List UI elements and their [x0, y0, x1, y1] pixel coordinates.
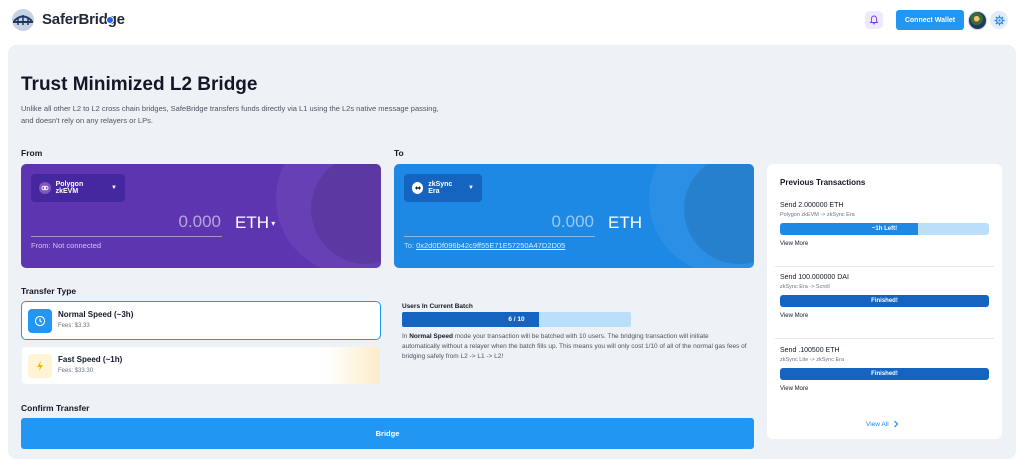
- divider: [775, 338, 994, 339]
- from-token-select[interactable]: ETH ▾: [235, 213, 275, 233]
- transaction-item: Send 100.000000 DAI zkSync Era -> Scroll…: [780, 274, 989, 319]
- batch-desc-text: mode your transaction will be batched wi…: [402, 333, 747, 360]
- transaction-route: zkSync Lite -> zkSync Era: [780, 357, 845, 363]
- polygon-icon: [39, 182, 51, 194]
- view-all-label: View All: [866, 420, 889, 428]
- view-more-link[interactable]: View More: [780, 386, 989, 392]
- to-address-prefix: To:: [404, 241, 417, 250]
- transaction-title: Send 100.000000 DAI: [780, 274, 849, 281]
- view-more-link[interactable]: View More: [780, 241, 989, 247]
- transaction-title: Send 2.000000 ETH: [780, 202, 844, 209]
- from-chain-select[interactable]: Polygon zkEVM ▼: [31, 174, 125, 202]
- from-token-label: ETH: [235, 213, 269, 232]
- chevron-right-icon: [893, 420, 899, 428]
- transaction-item: Send 2.000000 ETH Polygon zkEVM -> zkSyn…: [780, 202, 989, 247]
- to-chain-select[interactable]: zkSync Era ▼: [404, 174, 482, 202]
- batch-progress-text: 6 / 10: [508, 316, 525, 323]
- connect-wallet-button[interactable]: Connect Wallet: [896, 10, 964, 30]
- previous-transactions-panel: Previous Transactions Send 2.000000 ETH …: [767, 164, 1002, 439]
- transaction-progress-bar: ~1h Left!: [780, 223, 989, 235]
- from-status: From: Not connected: [31, 241, 102, 250]
- bridge-logo-icon[interactable]: [10, 8, 36, 32]
- settings-button[interactable]: [990, 11, 1008, 29]
- gear-icon: [993, 14, 1005, 26]
- avatar[interactable]: [968, 11, 987, 30]
- from-card: Polygon zkEVM ▼ 0.000 ETH ▾ From: Not co…: [21, 164, 381, 268]
- transaction-status: Finished!: [871, 298, 898, 304]
- page-title: Trust Minimized L2 Bridge: [21, 74, 258, 95]
- from-chain-name: Polygon zkEVM: [55, 181, 84, 195]
- brand-badge-icon: [106, 16, 114, 24]
- page-description: Unlike all other L2 to L2 cross chain br…: [21, 104, 439, 125]
- fast-speed-name: Fast Speed (~1h): [58, 355, 123, 364]
- amount-underline: [31, 236, 222, 237]
- transaction-status: ~1h Left!: [871, 226, 898, 232]
- transfer-type-label: Transfer Type: [21, 286, 77, 296]
- transaction-progress-bar: Finished!: [780, 295, 989, 307]
- transaction-route: Polygon zkEVM -> zkSync Era: [780, 212, 855, 218]
- transaction-progress-bar: Finished!: [780, 368, 989, 380]
- to-address-link[interactable]: 0x2d0Df096b42c9ff55E71E57250A47D2D05: [416, 241, 565, 250]
- fast-speed-option[interactable]: Fast Speed (~1h) Fees: $33.30: [21, 346, 381, 385]
- bridge-button[interactable]: Bridge: [21, 418, 754, 449]
- to-amount-display: 0.000: [551, 212, 594, 231]
- normal-speed-option[interactable]: Normal Speed (~3h) Fees: $3.33: [21, 301, 381, 340]
- normal-speed-fee: Fees: $3.33: [58, 323, 90, 329]
- transaction-route: zkSync Era -> Scroll: [780, 284, 830, 290]
- clock-icon: [28, 309, 52, 333]
- batch-progress-bar: 6 / 10: [402, 312, 631, 327]
- chevron-down-icon: ▼: [111, 185, 117, 191]
- notifications-button[interactable]: [865, 11, 883, 29]
- top-bar: SaferBridge Connect Wallet: [0, 0, 1024, 40]
- transaction-item: Send .100500 ETH zkSync Lite -> zkSync E…: [780, 347, 989, 392]
- to-address-row: To: 0x2d0Df096b42c9ff55E71E57250A47D2D05: [404, 241, 565, 250]
- transaction-status: Finished!: [871, 371, 898, 377]
- fast-speed-fee: Fees: $33.30: [58, 368, 94, 374]
- from-amount-input[interactable]: 0.000: [131, 212, 221, 232]
- amount-underline: [404, 236, 595, 237]
- view-more-link[interactable]: View More: [780, 313, 989, 319]
- to-label: To: [394, 148, 404, 158]
- confirm-transfer-label: Confirm Transfer: [21, 403, 90, 413]
- transaction-title: Send .100500 ETH: [780, 347, 840, 354]
- view-all-link[interactable]: View All: [866, 420, 900, 428]
- chevron-down-icon: ▼: [468, 185, 474, 191]
- divider: [775, 266, 994, 267]
- to-chain-name: zkSync Era: [428, 181, 453, 195]
- from-label: From: [21, 148, 43, 158]
- batch-description: In Normal Speed mode your transaction wi…: [402, 332, 747, 362]
- chevron-down-icon: ▾: [269, 219, 276, 229]
- zksync-icon: [412, 182, 424, 194]
- normal-speed-name: Normal Speed (~3h): [58, 310, 134, 319]
- to-token-label: ETH: [608, 213, 642, 232]
- bell-icon: [869, 15, 879, 25]
- lightning-icon: [28, 354, 52, 378]
- batch-label: Users In Current Batch: [402, 303, 473, 310]
- to-card: zkSync Era ▼ 0.000 ETH To: 0x2d0Df096b42…: [394, 164, 754, 268]
- previous-transactions-title: Previous Transactions: [780, 178, 866, 187]
- batch-desc-mode: Normal Speed: [409, 333, 453, 340]
